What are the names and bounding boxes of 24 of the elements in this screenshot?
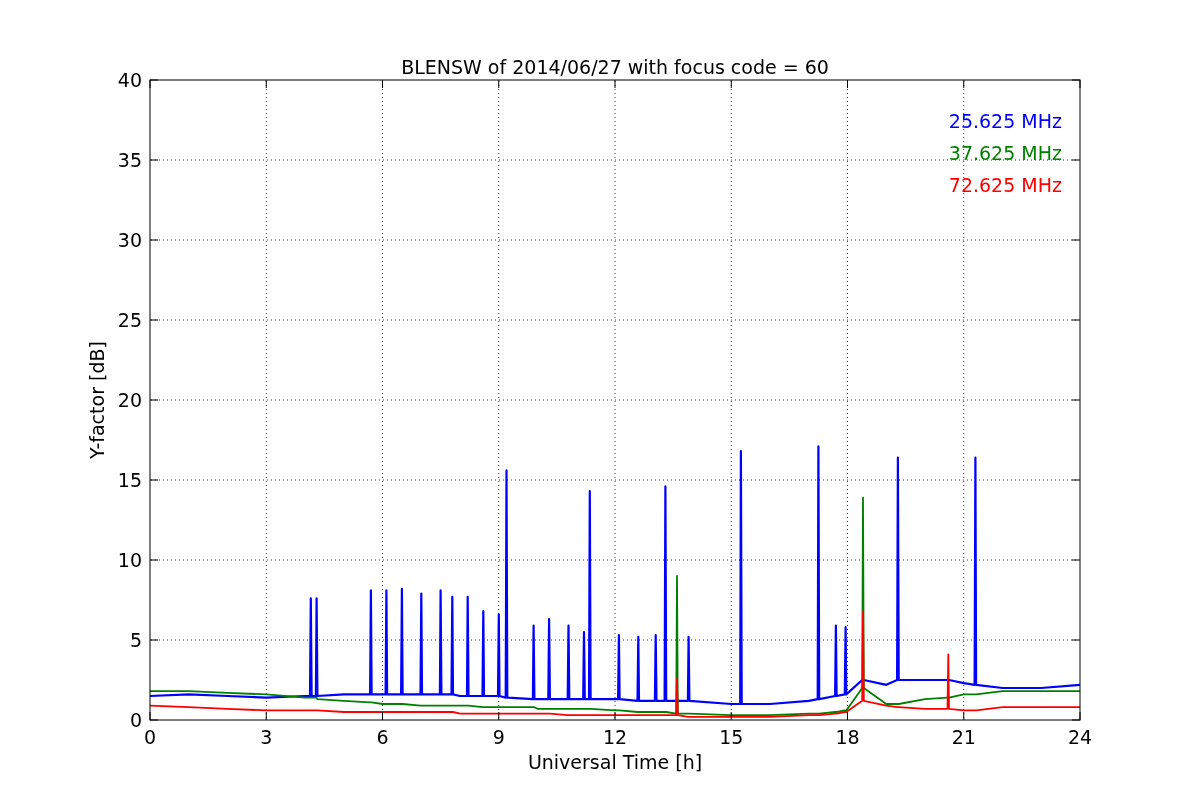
x-tick-label: 24 [1067, 726, 1093, 748]
y-tick-label: 20 [117, 389, 142, 411]
y-tick-label: 30 [117, 229, 142, 251]
x-tick-label: 9 [492, 726, 505, 748]
x-tick-label: 0 [143, 726, 157, 748]
legend-label: 25.625 MHz [948, 110, 1062, 132]
legend-label: 37.625 MHz [948, 142, 1062, 164]
chart-title: BLENSW of 2014/06/27 with focus code = 60 [401, 56, 829, 78]
y-tick-label: 40 [117, 69, 142, 91]
y-tick-label: 35 [117, 149, 142, 171]
x-tick-label: 15 [719, 726, 744, 748]
x-tick-label: 18 [835, 726, 860, 748]
x-axis-label: Universal Time [h] [527, 751, 703, 773]
y-tick-label: 0 [129, 709, 142, 731]
y-tick-label: 5 [129, 629, 142, 651]
x-tick-label: 3 [260, 726, 273, 748]
x-tick-label: 6 [376, 726, 389, 748]
y-tick-label: 10 [117, 549, 142, 571]
y-axis-label: Y-factor [dB] [86, 341, 108, 459]
y-tick-label: 25 [117, 309, 142, 331]
x-tick-label: 21 [951, 726, 976, 748]
x-tick-label: 12 [602, 726, 628, 748]
legend-label: 72.625 MHz [948, 174, 1062, 196]
y-tick-label: 15 [117, 469, 142, 491]
